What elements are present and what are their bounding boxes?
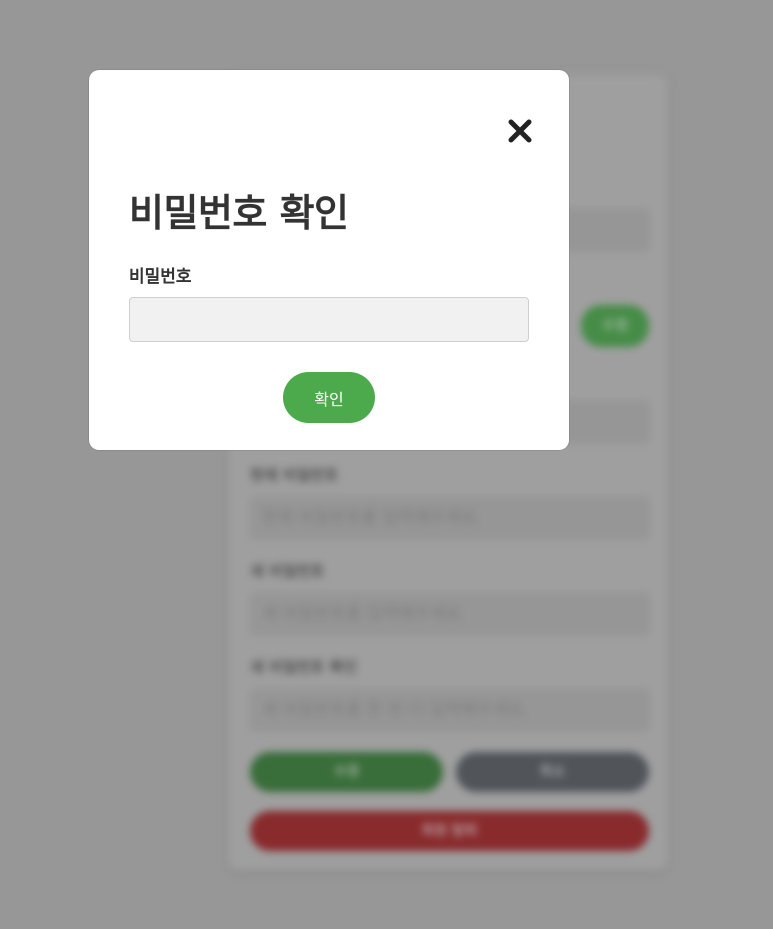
password-input[interactable] — [129, 297, 529, 342]
close-button[interactable] — [504, 115, 536, 147]
password-confirm-modal: 비밀번호 확인 비밀번호 확인 — [89, 70, 569, 450]
close-icon — [508, 119, 532, 143]
modal-title: 비밀번호 확인 — [129, 191, 349, 235]
confirm-button[interactable]: 확인 — [283, 372, 375, 423]
password-label: 비밀번호 — [129, 267, 192, 287]
